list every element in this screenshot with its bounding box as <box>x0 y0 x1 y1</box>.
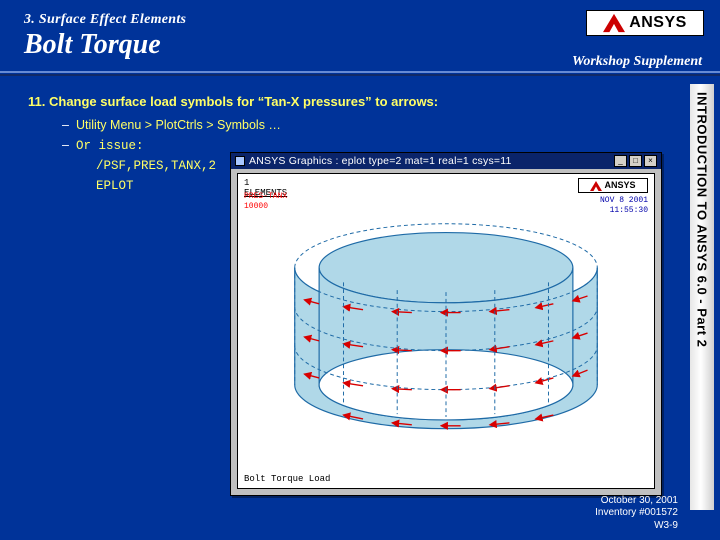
workshop-supplement-label: Workshop Supplement <box>572 54 702 70</box>
ansys-logo-text: ANSYS <box>629 14 687 32</box>
footer-inventory: Inventory #001572 <box>595 507 678 520</box>
plot-caption: Bolt Torque Load <box>244 474 330 484</box>
bullet-a: Utility Menu > PlotCtrls > Symbols … <box>76 118 281 132</box>
sidebar-text: INTRODUCTION TO ANSYS 6.0 - Part 2 <box>695 92 710 347</box>
step-text: Change surface load symbols for “Tan-X p… <box>49 94 438 109</box>
graphics-window: ANSYS Graphics : eplot type=2 mat=1 real… <box>230 152 662 496</box>
bullet-b: Or issue: <box>76 139 144 153</box>
ring-graphic <box>250 214 642 458</box>
maximize-button[interactable]: □ <box>629 155 642 167</box>
window-icon <box>235 156 245 166</box>
footer-date: October 30, 2001 <box>595 495 678 508</box>
window-titlebar: ANSYS Graphics : eplot type=2 mat=1 real… <box>231 153 661 169</box>
close-button[interactable]: × <box>644 155 657 167</box>
step-number: 11. <box>28 94 45 109</box>
plot-index: 1 <box>244 178 287 188</box>
ansys-badge-icon <box>590 181 602 191</box>
plot-load-value: 10000 <box>244 202 287 212</box>
plot-load-label: PRES-TANX <box>244 192 287 202</box>
ansys-badge-text: ANSYS <box>604 180 635 191</box>
plot-date: NOV 8 2001 <box>578 196 648 206</box>
footer-page: W3-9 <box>595 520 678 533</box>
sidebar-title-strip: INTRODUCTION TO ANSYS 6.0 - Part 2 <box>690 84 714 510</box>
minimize-button[interactable]: _ <box>614 155 627 167</box>
ansys-logo-icon <box>603 13 625 33</box>
ansys-logo: ANSYS <box>586 10 704 36</box>
plot-canvas: 1 ELEMENTS PRES-TANX 10000 ANSYS NOV 8 2… <box>237 173 655 489</box>
window-title: ANSYS Graphics : eplot type=2 mat=1 real… <box>249 155 512 167</box>
